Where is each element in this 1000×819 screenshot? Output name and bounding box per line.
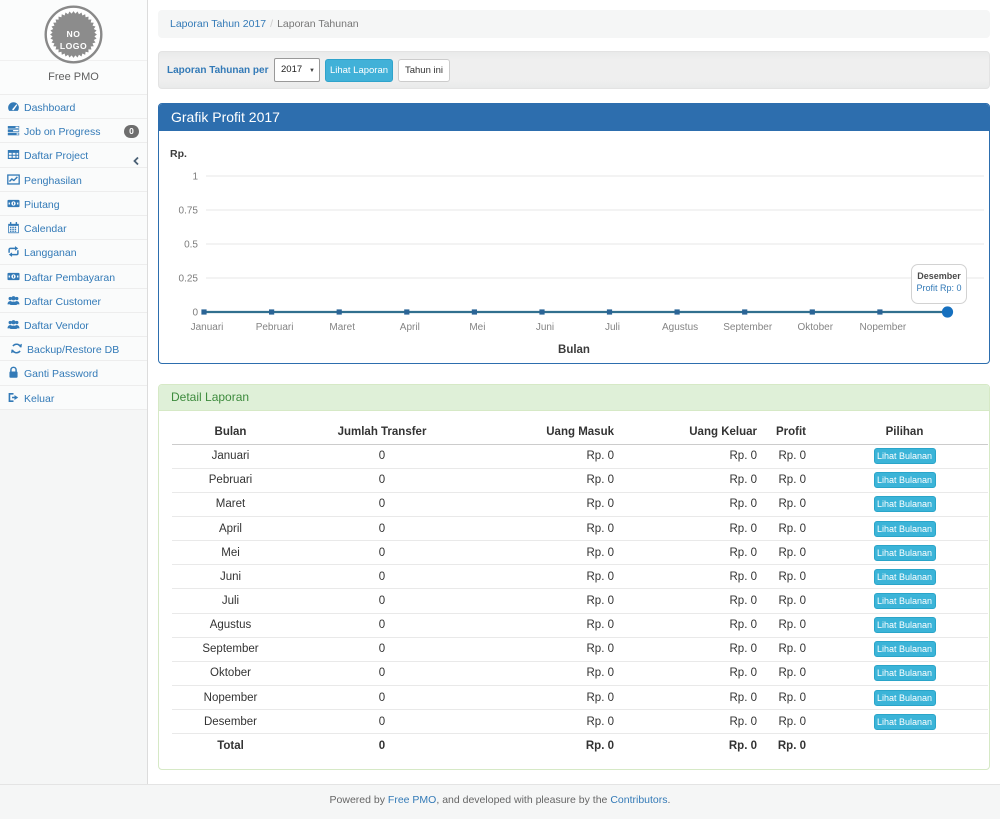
svg-text:1: 1 — [192, 172, 198, 183]
svg-text:Juli: Juli — [605, 322, 620, 333]
svg-text:Pebruari: Pebruari — [256, 322, 294, 333]
svg-text:Januari: Januari — [191, 322, 224, 333]
svg-text:Juni: Juni — [536, 322, 554, 333]
svg-text:April: April — [400, 322, 420, 333]
svg-text:Rp.: Rp. — [170, 148, 187, 160]
svg-text:Maret: Maret — [329, 322, 355, 333]
svg-text:LOGO: LOGO — [60, 41, 87, 51]
svg-text:NO: NO — [67, 29, 81, 39]
svg-text:Nopember: Nopember — [860, 322, 907, 333]
svg-text:Agustus: Agustus — [662, 322, 698, 333]
svg-text:Bulan: Bulan — [558, 344, 590, 356]
svg-text:Oktober: Oktober — [798, 322, 834, 333]
svg-text:0: 0 — [192, 308, 198, 319]
svg-text:0.75: 0.75 — [179, 206, 199, 217]
svg-text:Mei: Mei — [469, 322, 485, 333]
svg-text:September: September — [723, 322, 773, 333]
svg-text:0.25: 0.25 — [179, 274, 199, 285]
svg-text:0.5: 0.5 — [184, 240, 198, 251]
